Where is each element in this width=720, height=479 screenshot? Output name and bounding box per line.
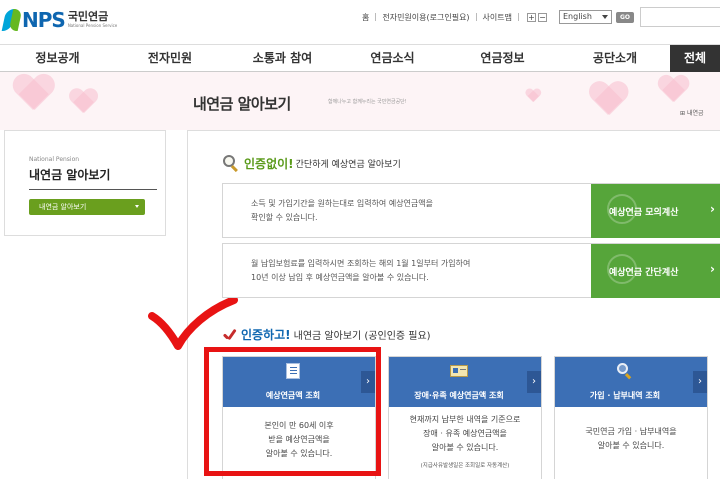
heart-decoration-icon	[657, 76, 688, 105]
sidebar-en-label: National Pension	[29, 156, 80, 163]
card-desc-line: 장애 · 유족 예상연금액을	[423, 429, 507, 438]
util-link-home[interactable]: 홈	[362, 12, 369, 23]
simulation-desc: 소득 및 가입기간을 원하는대로 입력하여 예상연금액을 확인할 수 있습니다.	[251, 197, 581, 225]
simple-calc-desc: 월 납입보험료를 입력하시면 조회하는 해의 1월 1일부터 가입하여 10년 …	[251, 257, 581, 285]
id-card-icon	[450, 365, 468, 383]
util-link-e-civil[interactable]: 전자민원이용(로그인필요)	[382, 12, 469, 23]
chevron-right-icon: ›	[710, 202, 715, 216]
divider	[475, 13, 477, 21]
simulation-desc-line: 확인할 수 있습니다.	[251, 213, 318, 222]
simple-calc-desc-line: 월 납입보험료를 입력하시면 조회하는 해의 1월 1일부터 가입하여	[251, 259, 471, 268]
section-no-auth-em: 인증없이!	[244, 156, 294, 171]
disability-survivor-card-header[interactable]: 장애·유족 예상연금액 조회 ›	[389, 357, 541, 407]
top-bar: NPS 국민연금 National Pension Service 홈 전자민원…	[0, 0, 720, 44]
red-highlight-box	[204, 347, 381, 476]
nav-item-communication[interactable]: 소통과 참여	[225, 45, 340, 72]
sidebar-title: 내연금 알아보기	[29, 168, 111, 182]
nav-item-about[interactable]: 공단소개	[560, 45, 670, 72]
chevron-right-icon: ›	[710, 262, 715, 276]
page-title: 내연금 알아보기	[193, 95, 291, 113]
chevron-down-icon	[135, 205, 139, 208]
heart-decoration-icon	[69, 89, 98, 115]
card-desc-line: 국민연금 가입 · 납부내역을	[585, 427, 677, 436]
subscription-payment-card[interactable]: 가입 · 납부내역 조회 › 국민연금 가입 · 납부내역을 알아볼 수 있습니…	[554, 356, 708, 479]
divider	[29, 189, 157, 190]
util-link-sitemap[interactable]: 사이트맵	[483, 12, 512, 23]
simulation-calc-button[interactable]: 예상연금 모의계산 ›	[591, 184, 720, 238]
section-auth-heading: 인증하고! 내연금 알아보기 (공인인증 필요)	[222, 326, 431, 343]
search-input[interactable]	[640, 7, 720, 27]
nav-item-pension-news[interactable]: 연금소식	[340, 45, 445, 72]
disability-survivor-card-note: (지급사유발생일은 조회일로 자동계산)	[420, 463, 510, 469]
simple-calc-button[interactable]: 예상연금 간단계산 ›	[591, 244, 720, 298]
nav-item-all[interactable]: 전체	[670, 45, 720, 72]
heart-decoration-icon	[12, 75, 54, 113]
hero-banner: 내연금 알아보기 함께나누고 함께누리는 국민연금공단! ⊞ 내연금	[0, 72, 720, 130]
nps-logo-mark-icon	[1, 7, 23, 33]
breadcrumb: ⊞ 내연금	[680, 110, 704, 117]
sidebar-menu-select-value: 내연금 알아보기	[39, 203, 87, 211]
zoom-in-button[interactable]: +	[527, 12, 536, 22]
simple-calc-desc-line: 10년 이상 납입 후 예상연금액을 알아볼 수 있습니다.	[251, 273, 429, 282]
hero-slogan: 함께나누고 함께누리는 국민연금공단!	[328, 99, 407, 105]
heart-decoration-icon	[525, 89, 541, 103]
search-icon	[617, 363, 633, 381]
nav-item-pension-info[interactable]: 연금정보	[445, 45, 560, 72]
section-no-auth-heading: 인증없이! 간단하게 예상연금 알아보기	[222, 154, 401, 173]
nav-item-info-disclosure[interactable]: 정보공개	[0, 45, 115, 72]
disability-survivor-card-title: 장애·유족 예상연금액 조회	[414, 391, 504, 400]
divider	[518, 13, 519, 21]
simple-calc-row: 월 납입보험료를 입력하시면 조회하는 해의 1월 1일부터 가입하여 10년 …	[222, 243, 720, 298]
disability-survivor-card[interactable]: 장애·유족 예상연금액 조회 › 현재까지 납부한 내역을 기준으로 장애 · …	[388, 356, 542, 479]
simple-calc-label: 예상연금 간단계산	[609, 267, 679, 278]
logo-en: National Pension Service	[67, 23, 118, 28]
utility-links: 홈 전자민원이용(로그인필요) 사이트맵 + − English GO	[362, 7, 720, 27]
logo-ko: 국민연금	[67, 10, 109, 23]
section-no-auth-text: 간단하게 예상연금 알아보기	[295, 159, 401, 170]
language-select-value: English	[563, 12, 592, 21]
subscription-payment-card-header[interactable]: 가입 · 납부내역 조회 ›	[555, 357, 707, 407]
nps-logo[interactable]: NPS 국민연금 National Pension Service	[1, 4, 118, 36]
language-go-button[interactable]: GO	[616, 11, 634, 23]
card-desc-line: 알아볼 수 있습니다.	[597, 441, 665, 450]
simulation-desc-line: 소득 및 가입기간을 원하는대로 입력하여 예상연금액을	[251, 199, 433, 208]
language-select[interactable]: English	[559, 10, 612, 24]
main-nav: 정보공개 전자민원 소통과 참여 연금소식 연금정보 공단소개 전체	[0, 44, 720, 72]
simulation-calc-label: 예상연금 모의계산	[609, 207, 679, 218]
heart-decoration-icon	[589, 82, 628, 118]
card-desc-line: 알아볼 수 있습니다.	[431, 443, 499, 452]
section-auth-em: 인증하고!	[241, 328, 291, 342]
logo-text: NPS	[22, 8, 66, 32]
breadcrumb-item[interactable]: 내연금	[687, 110, 704, 117]
subscription-payment-card-title: 가입 · 납부내역 조회	[589, 391, 661, 400]
magnifier-icon	[222, 154, 240, 173]
chevron-right-icon[interactable]: ›	[693, 371, 707, 393]
divider	[375, 13, 377, 21]
simulation-row: 소득 및 가입기간을 원하는대로 입력하여 예상연금액을 확인할 수 있습니다.…	[222, 183, 720, 238]
disability-survivor-card-desc: 현재까지 납부한 내역을 기준으로 장애 · 유족 예상연금액을 알아볼 수 있…	[393, 413, 537, 455]
sidebar-menu-select[interactable]: 내연금 알아보기	[29, 199, 145, 215]
card-desc-line: 현재까지 납부한 내역을 기준으로	[409, 415, 521, 424]
subscription-payment-card-desc: 국민연금 가입 · 납부내역을 알아볼 수 있습니다.	[559, 425, 703, 453]
zoom-out-button[interactable]: −	[538, 12, 547, 22]
sidebar: National Pension 내연금 알아보기 내연금 알아보기	[4, 130, 166, 236]
section-auth-text: 내연금 알아보기 (공인인증 필요)	[293, 331, 431, 342]
chevron-down-icon	[602, 15, 608, 19]
nav-item-e-civil[interactable]: 전자민원	[115, 45, 225, 72]
chevron-right-icon[interactable]: ›	[527, 371, 541, 393]
